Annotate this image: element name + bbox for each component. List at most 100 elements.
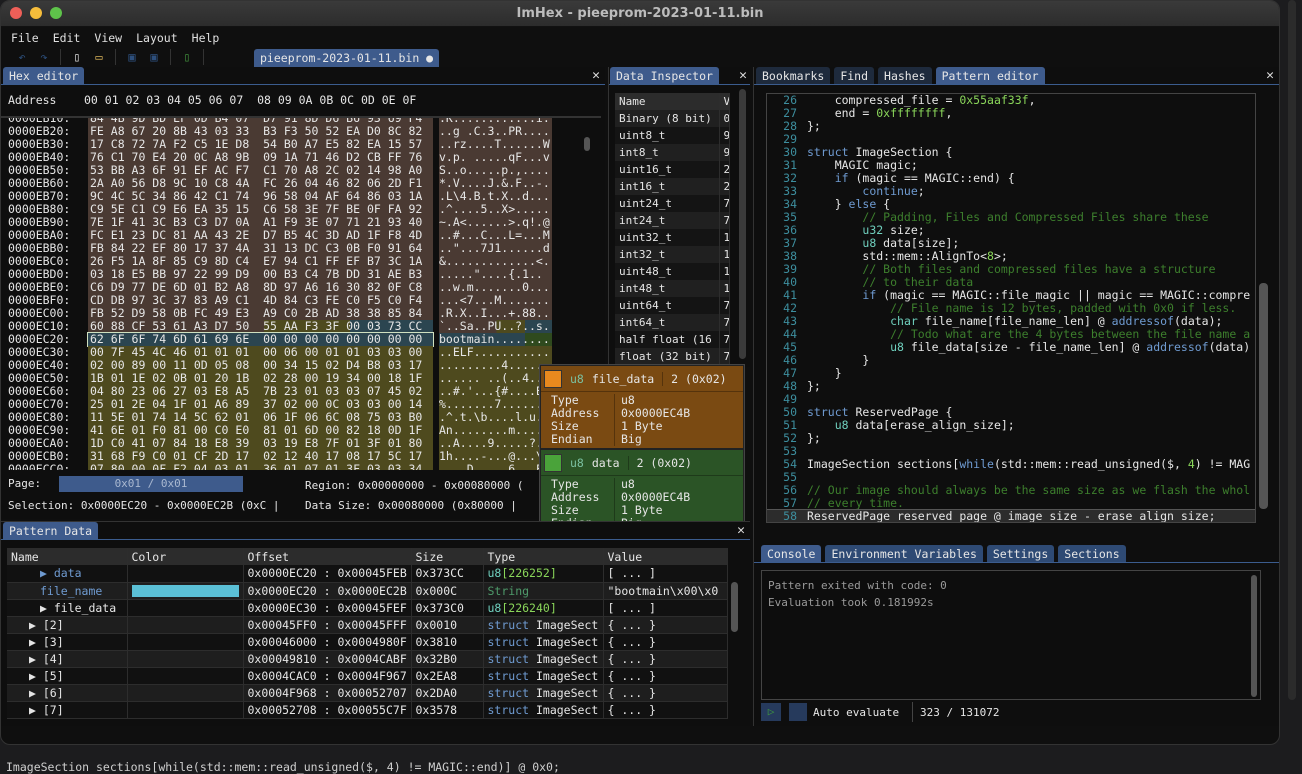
inspector-value[interactable]: 0: [719, 110, 730, 127]
file-tab[interactable]: pieeprom-2023-01-11.bin ●: [254, 49, 440, 67]
inspector-row[interactable]: uint8_t9: [615, 127, 730, 144]
pattern-name[interactable]: ▶ [2]: [7, 616, 128, 633]
inspector-row[interactable]: int16_t2: [615, 178, 730, 195]
inspector-row[interactable]: int64_t7: [615, 314, 730, 331]
undo-icon[interactable]: ↶: [11, 50, 33, 64]
pattern-row[interactable]: ▶ file_data 0x0000EC30 : 0x00045FEF 0x373C…: [7, 599, 728, 616]
close-icon[interactable]: ✕: [1266, 68, 1274, 83]
redo-icon[interactable]: ↷: [33, 50, 55, 64]
inspector-value[interactable]: 2: [719, 178, 730, 195]
tab-pattern-data[interactable]: Pattern Data: [3, 522, 99, 539]
bookmark-icon[interactable]: ▯: [176, 50, 198, 64]
tab-settings[interactable]: Settings: [986, 545, 1055, 562]
code-line[interactable]: 27 end = 0xffffffff,: [767, 107, 1255, 120]
inspector-value[interactable]: 1: [719, 280, 730, 297]
column-header-value[interactable]: Value: [603, 548, 728, 565]
pattern-row[interactable]: ▶ data 0x0000EC20 : 0x00045FEB 0x373CC u8[2…: [7, 565, 728, 582]
column-header-name[interactable]: Name: [7, 548, 128, 565]
pattern-name[interactable]: ▶ file_data: [7, 599, 128, 616]
outer-scrollbar[interactable]: [1288, 0, 1296, 700]
save-as-icon[interactable]: ▣: [143, 50, 165, 64]
page-slider[interactable]: 0x01 / 0x01: [59, 476, 243, 492]
column-header-color[interactable]: Color: [127, 548, 244, 565]
new-file-icon[interactable]: ▯: [66, 50, 88, 64]
pattern-row[interactable]: file_name 0x0000EC20 : 0x0000EC2B 0x000C St…: [7, 582, 728, 599]
close-icon[interactable]: ✕: [737, 523, 745, 538]
pattern-name[interactable]: file_name: [7, 582, 128, 599]
inspector-row[interactable]: uint48_t1: [615, 263, 730, 280]
pattern-name[interactable]: ▶ [6]: [7, 684, 128, 701]
inspector-row[interactable]: int8_t9: [615, 144, 730, 161]
pattern-row[interactable]: ▶ [6] 0x0004F968 : 0x00052707 0x2DA0 struct…: [7, 684, 728, 701]
code-line[interactable]: 52};: [767, 432, 1255, 445]
tab-console[interactable]: Console: [761, 545, 822, 562]
menu-view[interactable]: View: [94, 31, 122, 45]
inspector-value[interactable]: 1: [719, 263, 730, 280]
inspector-row[interactable]: uint32_t1: [615, 229, 730, 246]
pattern-name[interactable]: ▶ [4]: [7, 650, 128, 667]
console-scrollbar[interactable]: [1251, 575, 1257, 697]
row-ascii[interactable]: ....D.....6...F.: [439, 463, 552, 470]
tab-pattern-editor[interactable]: Pattern editor: [935, 67, 1045, 84]
pattern-row[interactable]: ▶ [3] 0x00046000 : 0x0004980F 0x3810 struct…: [7, 633, 728, 650]
code-line[interactable]: 51 u8 data[erase_align_size];: [767, 419, 1255, 432]
inspector-row[interactable]: int32_t1: [615, 246, 730, 263]
inspector-value[interactable]: 7: [719, 331, 730, 348]
inspector-value[interactable]: 7: [719, 297, 730, 314]
inspector-row[interactable]: int24_t7: [615, 212, 730, 229]
tab-hex-editor[interactable]: Hex editor: [3, 67, 85, 84]
menu-help[interactable]: Help: [192, 31, 220, 45]
inspector-row[interactable]: float (32 bit)7: [615, 348, 730, 365]
pattern-row[interactable]: ▶ [5] 0x0004CAC0 : 0x0004F967 0x2EA8 struct…: [7, 667, 728, 684]
pattern-row[interactable]: ▶ [4] 0x00049810 : 0x0004CABF 0x32B0 struct…: [7, 650, 728, 667]
inspector-value[interactable]: 9: [719, 127, 730, 144]
pattern-name[interactable]: ▶ [3]: [7, 633, 128, 650]
pattern-name[interactable]: ▶ [7]: [7, 701, 128, 718]
tab-environment-variables[interactable]: Environment Variables: [825, 545, 983, 562]
inspector-row[interactable]: int48_t1: [615, 280, 730, 297]
column-header-offset[interactable]: Offset: [243, 548, 412, 565]
column-header-name[interactable]: Name: [615, 93, 720, 110]
inspector-row[interactable]: uint16_t2: [615, 161, 730, 178]
inspector-value[interactable]: 7: [719, 314, 730, 331]
pattern-name[interactable]: ▶ data: [7, 565, 128, 582]
pattern-data-scrollbar[interactable]: [731, 582, 738, 632]
inspector-row[interactable]: uint64_t7: [615, 297, 730, 314]
column-header-value[interactable]: V: [719, 93, 730, 110]
close-icon[interactable]: ✕: [592, 68, 600, 83]
run-pattern-button[interactable]: ▷: [761, 703, 781, 721]
menu-file[interactable]: File: [11, 31, 39, 45]
column-header-type[interactable]: Type: [483, 548, 604, 565]
code-line[interactable]: 54 ImageSection sections[while(std::mem::…: [767, 458, 1255, 471]
pattern-row[interactable]: ▶ [7] 0x00052708 : 0x00055C7F 0x3578 struct…: [7, 701, 728, 718]
code-line[interactable]: 58 ReservedPage reserved_page @ image_siz…: [767, 509, 1255, 522]
save-icon[interactable]: ▣: [121, 50, 143, 64]
code-line[interactable]: 47 }: [767, 367, 1255, 380]
tab-data-inspector[interactable]: Data Inspector: [610, 67, 719, 84]
menu-layout[interactable]: Layout: [136, 31, 178, 45]
open-file-icon[interactable]: ▭: [88, 50, 110, 64]
inspector-value[interactable]: 7: [719, 348, 730, 365]
hex-scrollbar[interactable]: [584, 137, 590, 151]
menu-edit[interactable]: Edit: [53, 31, 81, 45]
tab-find[interactable]: Find: [834, 67, 875, 84]
hex-row[interactable]: 0000ECC0: 07 80 00 0F F2 04 03 01 36 01 0…: [8, 463, 552, 470]
pattern-row[interactable]: ▶ [2] 0x00045FF0 : 0x00045FFF 0x0010 struct…: [7, 616, 728, 633]
data-inspector-scrollbar[interactable]: [739, 89, 746, 359]
code-line[interactable]: 48};: [767, 380, 1255, 393]
hex-view[interactable]: 0000EB10: 84 4B 9D BD EF 0D B4 07 D7 91 8…: [1, 116, 601, 470]
column-header-size[interactable]: Size: [411, 548, 484, 565]
inspector-row[interactable]: Binary (8 bit)0: [615, 110, 730, 127]
inspector-value[interactable]: 7: [719, 212, 730, 229]
tab-bookmarks[interactable]: Bookmarks: [756, 67, 831, 84]
tab-hashes[interactable]: Hashes: [878, 67, 932, 84]
inspector-value[interactable]: 1: [719, 246, 730, 263]
close-icon[interactable]: ✕: [739, 68, 747, 83]
inspector-value[interactable]: 9: [719, 144, 730, 161]
inspector-row[interactable]: half float (167: [615, 331, 730, 348]
auto-evaluate-checkbox[interactable]: [789, 703, 807, 721]
code-line[interactable]: 28};: [767, 120, 1255, 133]
pattern-code-editor[interactable]: 26 compressed_file = 0x55aaf33f, 27 end =…: [766, 93, 1256, 523]
inspector-value[interactable]: 7: [719, 195, 730, 212]
code-scrollbar[interactable]: [1259, 283, 1268, 509]
